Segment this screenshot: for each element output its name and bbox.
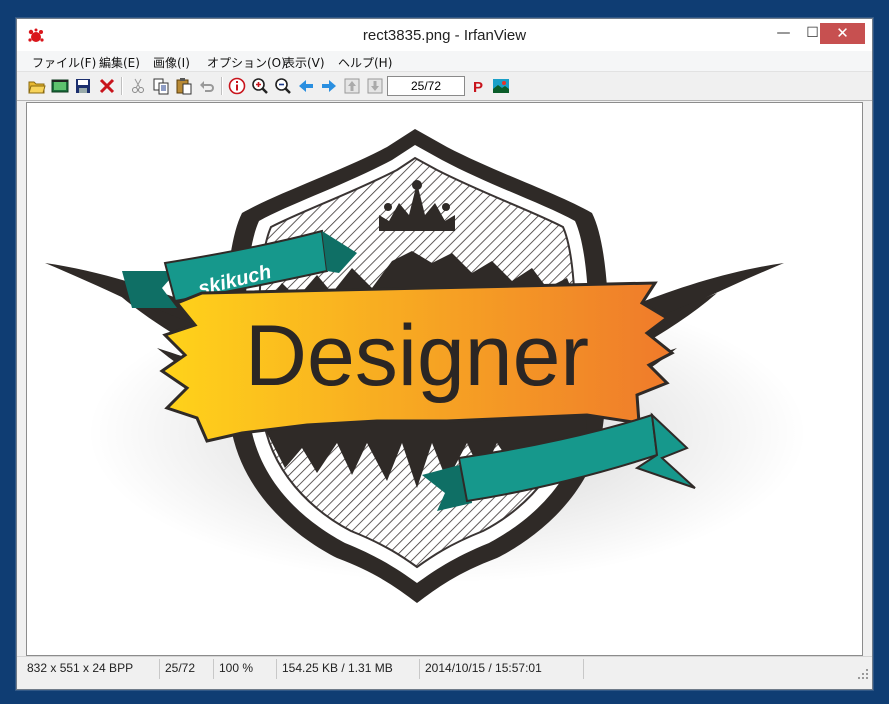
page-indicator[interactable]: 25/72 [387, 76, 465, 96]
window-title: rect3835.png - IrfanView [362, 27, 527, 44]
status-divider [583, 659, 584, 679]
previous-arrow-icon[interactable] [297, 77, 315, 95]
zoom-out-icon[interactable] [274, 77, 292, 95]
irfanview-window: rect3835.png - IrfanView — ☐ ✕ ファイル(F) 編… [16, 18, 873, 690]
next-arrow-icon[interactable] [320, 77, 338, 95]
toolbar-separator [221, 77, 223, 95]
status-index: 25/72 [165, 661, 196, 675]
status-zoom: 100 % [219, 661, 254, 675]
undo-icon[interactable] [198, 77, 216, 95]
first-file-icon[interactable] [343, 77, 361, 95]
banner-text: Designer [245, 308, 589, 404]
paste-icon[interactable] [175, 77, 193, 95]
delete-icon[interactable] [98, 77, 116, 95]
menu-help[interactable]: ヘルプ(H) [338, 54, 392, 71]
image-canvas[interactable]: skikuch Designer [26, 102, 863, 656]
about-icon[interactable] [492, 77, 510, 95]
resize-grip-icon[interactable] [858, 668, 868, 679]
last-file-icon[interactable] [366, 77, 384, 95]
status-divider [159, 659, 160, 679]
toolbar-separator [121, 77, 123, 95]
svg-text:P: P [473, 79, 483, 95]
menu-bar: ファイル(F) 編集(E) 画像(I) オプション(O) 表示(V) ヘルプ(H… [17, 51, 872, 72]
copy-icon[interactable] [152, 77, 170, 95]
status-divider [213, 659, 214, 679]
cut-icon[interactable] [129, 77, 147, 95]
zoom-in-icon[interactable] [251, 77, 269, 95]
menu-edit[interactable]: 編集(E) [99, 54, 140, 71]
slideshow-icon[interactable] [51, 77, 69, 95]
status-divider [276, 659, 277, 679]
title-bar[interactable]: rect3835.png - IrfanView — ☐ ✕ [17, 19, 872, 51]
status-divider [419, 659, 420, 679]
print-icon[interactable]: P [469, 77, 487, 95]
status-file-size: 154.25 KB / 1.31 MB [282, 661, 393, 675]
info-icon[interactable] [228, 77, 246, 95]
toolbar: 25/72 P [17, 72, 872, 101]
menu-view[interactable]: 表示(V) [283, 54, 325, 71]
menu-options[interactable]: オプション(O) [207, 54, 286, 71]
save-icon[interactable] [74, 77, 92, 95]
close-button[interactable]: ✕ [820, 23, 865, 44]
designer-badge-image: skikuch Designer [45, 129, 807, 603]
open-folder-icon[interactable] [28, 77, 46, 95]
menu-file[interactable]: ファイル(F) [32, 54, 96, 71]
status-dimensions: 832 x 551 x 24 BPP [27, 661, 134, 675]
status-datetime: 2014/10/15 / 15:57:01 [425, 661, 542, 675]
status-bar: 832 x 551 x 24 BPP 25/72 100 % 154.25 KB… [17, 656, 872, 681]
menu-image[interactable]: 画像(I) [153, 54, 190, 71]
minimize-button[interactable]: — [769, 23, 798, 44]
